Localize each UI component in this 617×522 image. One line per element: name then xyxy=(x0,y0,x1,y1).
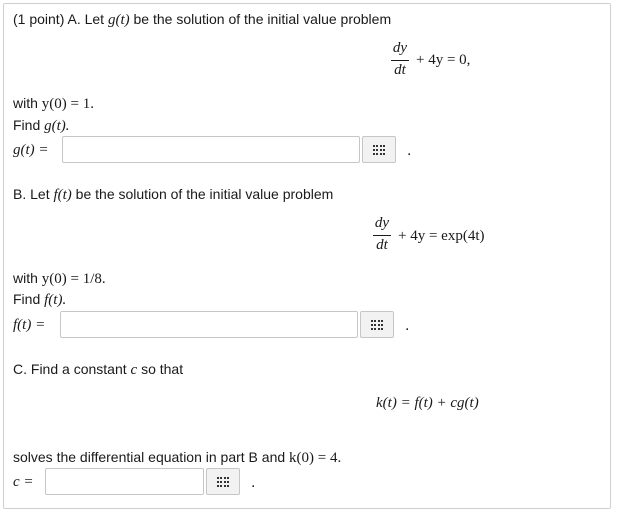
part-a-find: Find g(t). xyxy=(13,117,70,134)
part-b-answer-input[interactable] xyxy=(60,311,358,338)
part-b-find: Find f(t). xyxy=(13,291,67,308)
part-b-equation-rest: + 4y = exp(4t) xyxy=(398,228,485,244)
part-c-answer-label: c = xyxy=(13,474,34,490)
part-c-period: . xyxy=(251,474,256,491)
equation-palette-icon xyxy=(217,477,229,487)
part-a-period: . xyxy=(407,142,412,159)
part-c-equation: k(t) = f(t) + cg(t) xyxy=(376,395,479,411)
part-b-intro: B. Let f(t) be the solution of the initi… xyxy=(13,186,334,203)
part-b-answer-label: f(t) = xyxy=(13,317,46,333)
part-c-condition: solves the differential equation in part… xyxy=(13,449,342,466)
part-a-palette-button[interactable] xyxy=(362,136,396,163)
part-a-initial-condition: with y(0) = 1. xyxy=(13,95,94,112)
part-b-palette-button[interactable] xyxy=(360,311,394,338)
problem-panel xyxy=(3,3,611,509)
equation-palette-icon xyxy=(373,145,385,155)
part-a-intro: (1 point) A. Let g(t) be the solution of… xyxy=(13,11,392,28)
part-b-initial-condition: with y(0) = 1/8. xyxy=(13,270,106,287)
part-c-palette-button[interactable] xyxy=(206,468,240,495)
part-b-period: . xyxy=(405,317,410,334)
part-c-intro: C. Find a constant c so that xyxy=(13,361,184,378)
part-c-answer-input[interactable] xyxy=(45,468,204,495)
part-a-equation-rest: + 4y = 0, xyxy=(416,52,471,68)
equation-palette-icon xyxy=(371,320,383,330)
part-a-answer-input[interactable] xyxy=(62,136,360,163)
part-a-answer-label: g(t) = xyxy=(13,142,49,158)
